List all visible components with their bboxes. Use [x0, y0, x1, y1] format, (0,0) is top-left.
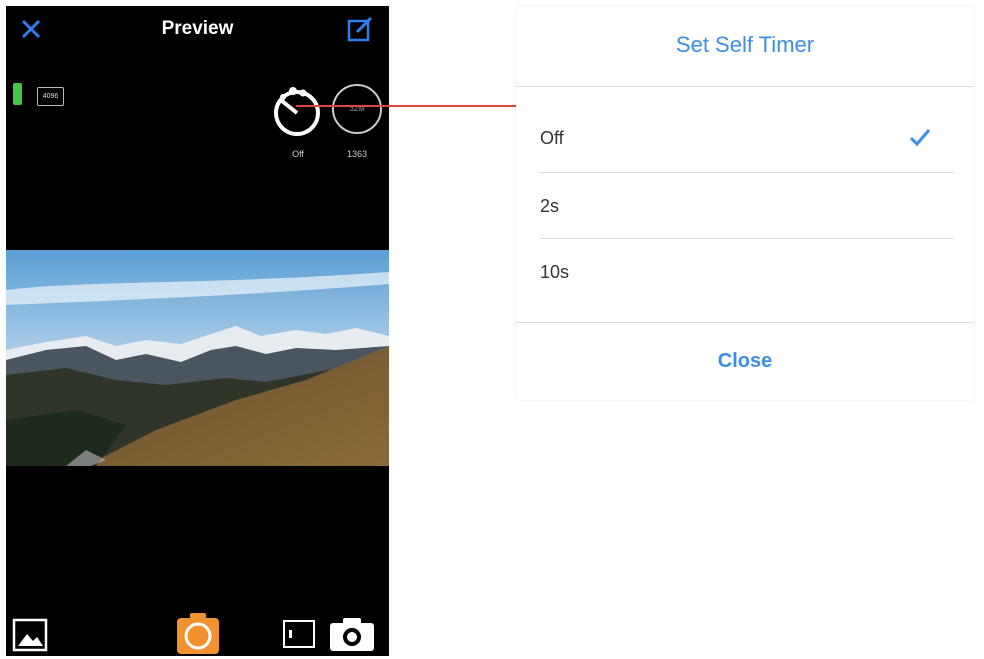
page-title: Preview	[161, 18, 234, 39]
nav-bar: Preview	[6, 6, 389, 52]
remaining-shots-label: 1363	[346, 149, 368, 159]
resolution-badge: 4096	[37, 87, 64, 106]
camera-icon[interactable]	[328, 616, 376, 652]
divider	[516, 86, 974, 87]
shutter-icon[interactable]	[174, 610, 222, 656]
self-timer-button[interactable]	[271, 85, 323, 137]
divider	[540, 172, 954, 173]
option-10s[interactable]: 10s	[516, 240, 974, 306]
edit-icon[interactable]	[345, 14, 375, 44]
timer-icon	[274, 87, 320, 136]
preview-image	[6, 250, 389, 466]
resolution-button[interactable]: 32M	[332, 84, 382, 134]
mode-icon[interactable]	[282, 618, 316, 650]
phone-screen: Preview 4096 32M Off 1363	[6, 6, 389, 656]
self-timer-dialog: Set Self Timer Off 2s 10s Close	[516, 6, 974, 400]
option-2s[interactable]: 2s	[516, 174, 974, 240]
option-label: 10s	[540, 262, 570, 282]
timer-value-label: Off	[292, 149, 304, 159]
option-label: 2s	[540, 196, 560, 216]
option-label: Off	[540, 128, 564, 148]
close-button[interactable]: Close	[516, 324, 974, 400]
option-off[interactable]: Off	[516, 106, 974, 172]
callout-line	[296, 105, 516, 107]
dialog-title: Set Self Timer	[675, 32, 815, 57]
checkmark-icon	[909, 129, 931, 147]
gallery-icon[interactable]	[12, 618, 48, 652]
close-button-label: Close	[717, 350, 773, 372]
divider	[516, 322, 974, 323]
battery-icon	[13, 83, 22, 105]
divider	[540, 238, 954, 239]
